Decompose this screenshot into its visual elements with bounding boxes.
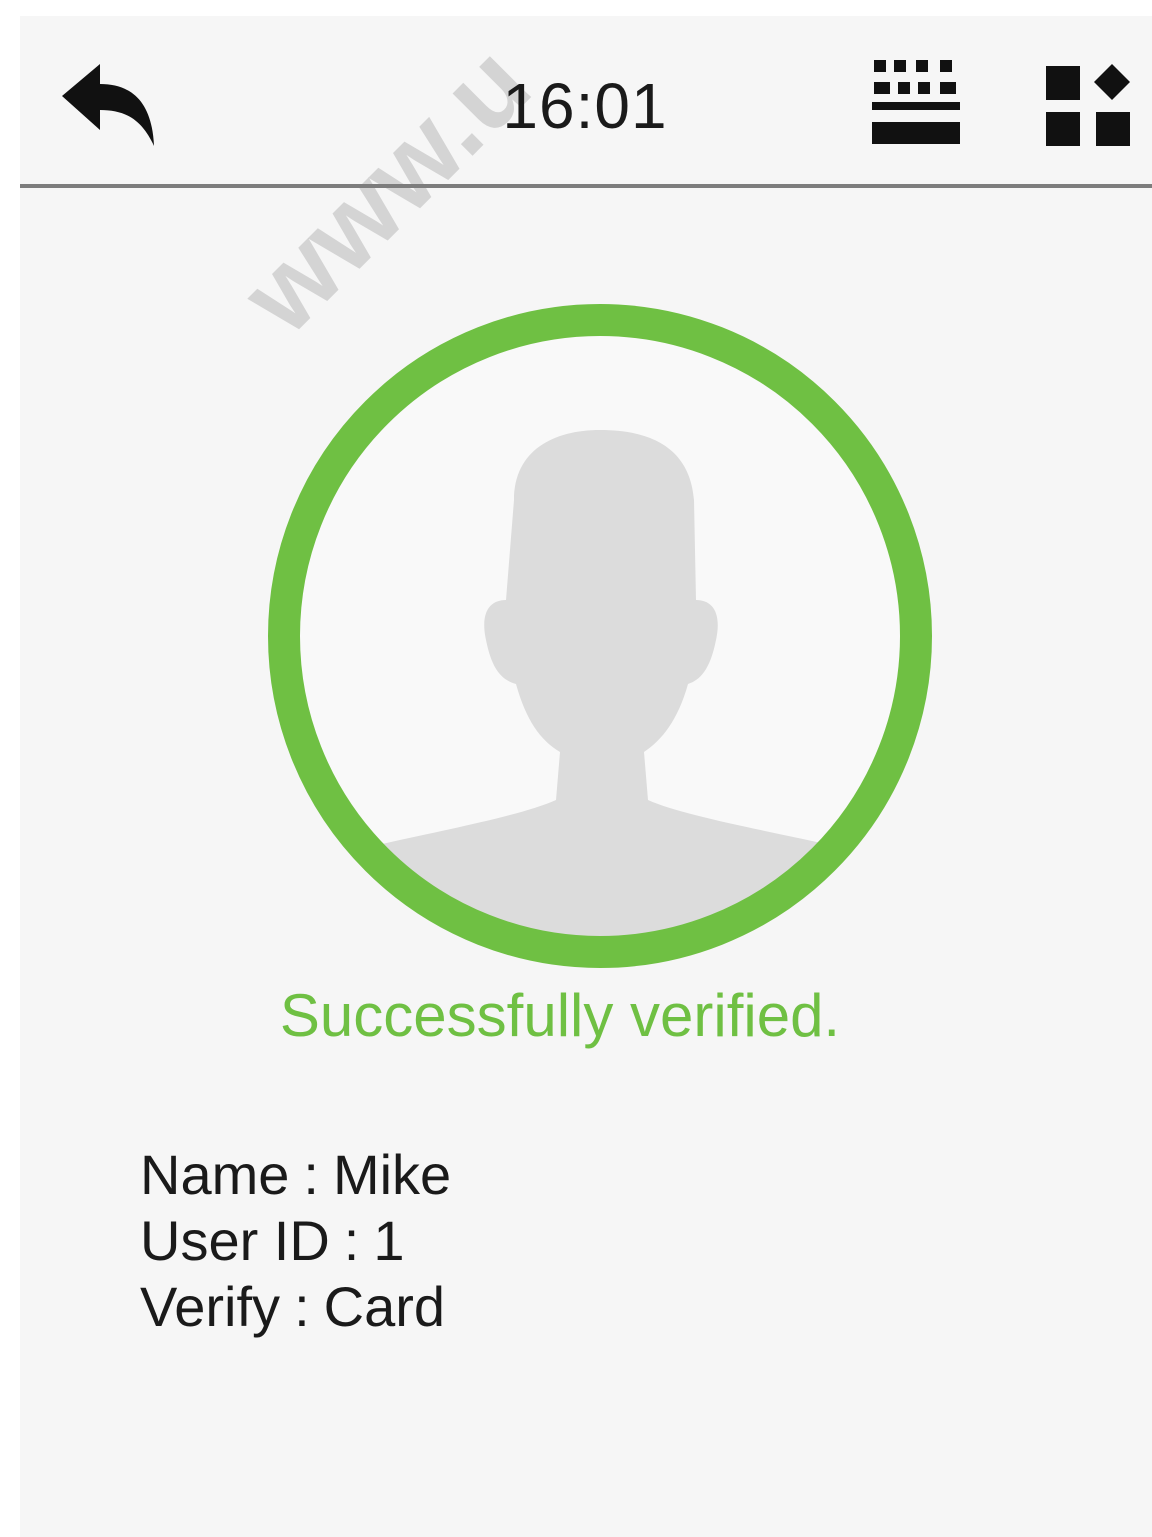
name-label: Name — [140, 1143, 290, 1206]
keypad-button[interactable] — [868, 56, 964, 152]
name-separator: : — [303, 1143, 319, 1206]
verify-row: Verify: Card — [140, 1274, 840, 1340]
back-arrow-icon — [62, 64, 154, 146]
verify-label: Verify — [140, 1275, 281, 1338]
clock-time: 16:01 — [502, 70, 668, 142]
user-id-label: User ID — [140, 1209, 330, 1272]
header-divider — [20, 184, 1152, 188]
user-id-row: User ID:1 — [140, 1208, 840, 1274]
avatar — [264, 300, 936, 972]
shortcut-button[interactable] — [1040, 60, 1136, 152]
verification-screen: www.u 16:01 Successfully verified. Name … — [20, 16, 1152, 1537]
shortcut-grid-icon — [1046, 64, 1130, 146]
verify-separator: : — [294, 1275, 310, 1338]
user-id-separator: : — [343, 1209, 360, 1272]
user-id-value: 1 — [373, 1209, 405, 1272]
verify-value: Card — [323, 1275, 446, 1338]
keypad-icon — [872, 60, 960, 144]
back-button[interactable] — [58, 60, 158, 150]
user-info-panel: Name: Mike User ID:1 Verify: Card — [140, 1142, 840, 1340]
name-row: Name: Mike — [140, 1142, 840, 1208]
user-avatar-icon — [268, 304, 932, 968]
verification-status: Successfully verified. — [279, 982, 841, 1049]
top-bar: 16:01 — [20, 16, 1152, 186]
name-value: Mike — [332, 1143, 452, 1206]
